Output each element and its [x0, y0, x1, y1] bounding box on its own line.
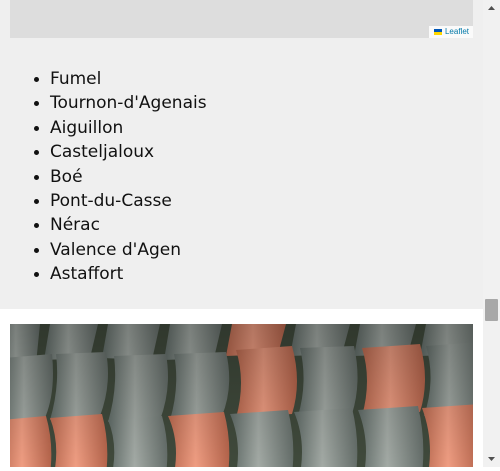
list-item: Fumel [34, 67, 207, 91]
list-item: Nérac [34, 213, 207, 237]
list-item: Boé [34, 165, 207, 189]
scroll-down-arrow-icon[interactable] [483, 450, 500, 467]
towns-list: Fumel Tournon-d'Agenais Aiguillon Castel… [34, 67, 207, 287]
scrollbar-thumb[interactable] [485, 299, 498, 321]
leaflet-link[interactable]: Leaflet [445, 26, 469, 38]
towns-section: Leaflet Fumel Tournon-d'Agenais Aiguillo… [0, 0, 483, 309]
list-item: Valence d'Agen [34, 238, 207, 262]
page-content: Leaflet Fumel Tournon-d'Agenais Aiguillo… [0, 0, 483, 467]
vertical-scrollbar[interactable] [483, 0, 500, 467]
list-item: Tournon-d'Agenais [34, 91, 207, 115]
list-item: Pont-du-Casse [34, 189, 207, 213]
list-item: Aiguillon [34, 116, 207, 140]
roof-tiles-photo [10, 324, 473, 467]
list-item: Casteljaloux [34, 140, 207, 164]
map-view[interactable]: Leaflet [10, 0, 473, 38]
ukraine-flag-icon [433, 29, 442, 35]
list-item: Astaffort [34, 262, 207, 286]
scroll-up-arrow-icon[interactable] [483, 0, 500, 17]
map-attribution[interactable]: Leaflet [428, 26, 473, 38]
